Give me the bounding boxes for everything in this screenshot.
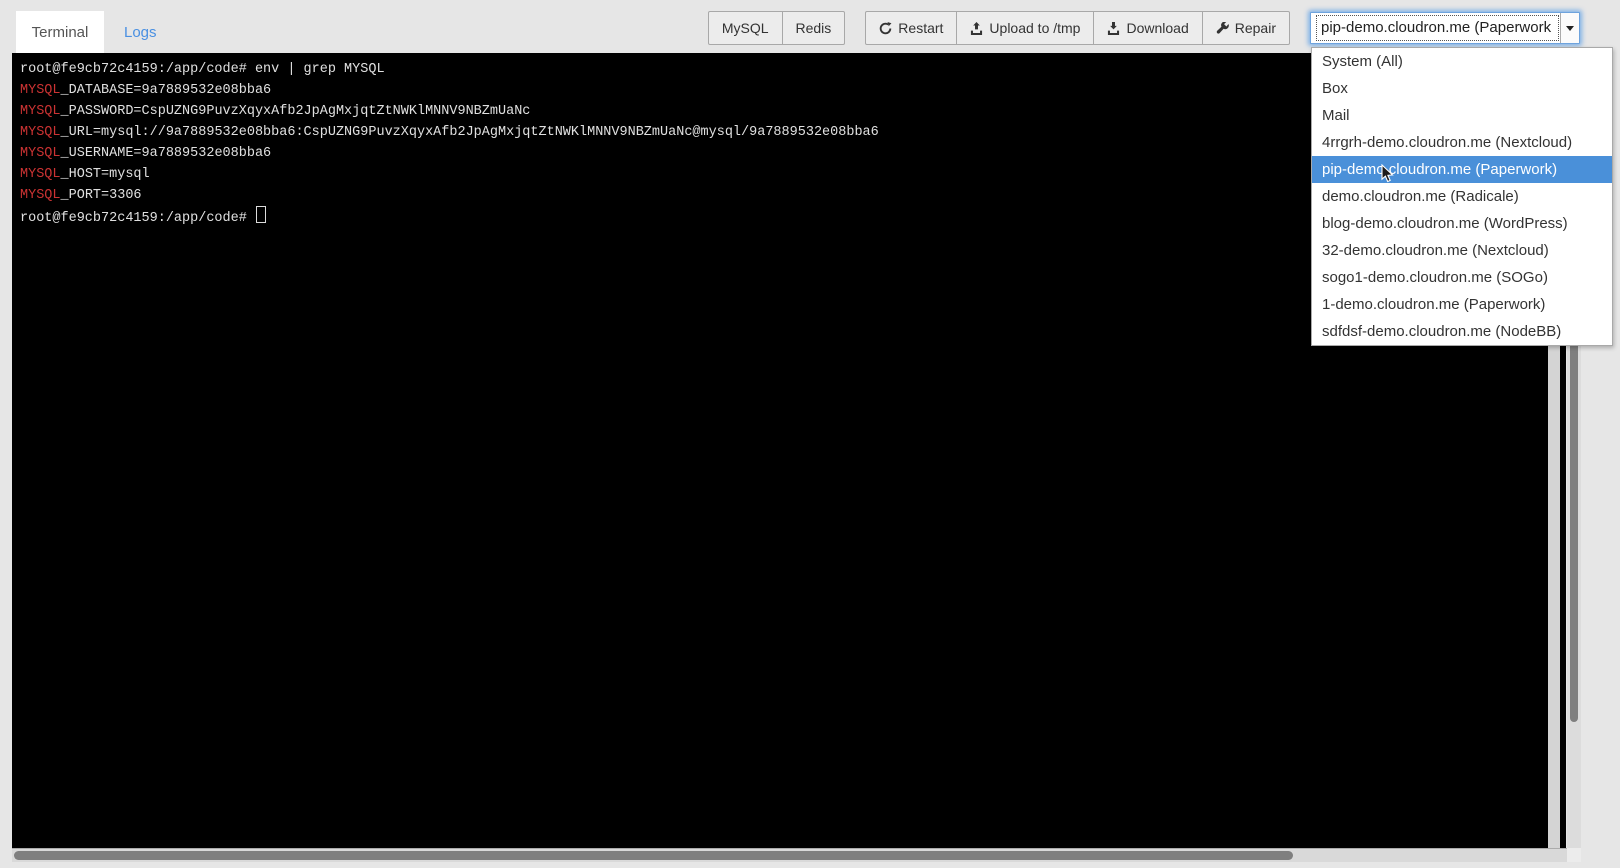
repair-button[interactable]: Repair — [1203, 11, 1290, 45]
horizontal-scrollbar[interactable] — [12, 848, 1567, 862]
dropdown-option[interactable]: 32-demo.cloudron.me (Nextcloud) — [1312, 237, 1612, 264]
action-button-group: Restart Upload to /tmp Download Repair — [865, 11, 1290, 45]
horizontal-scrollbar-thumb[interactable] — [14, 851, 1293, 860]
dropdown-option[interactable]: demo.cloudron.me (Radicale) — [1312, 183, 1612, 210]
tab-logs-label: Logs — [124, 24, 157, 41]
dropdown-option[interactable]: pip-demo.cloudron.me (Paperwork) — [1312, 156, 1612, 183]
dropdown-option[interactable]: sdfdsf-demo.cloudron.me (NodeBB) — [1312, 318, 1612, 345]
app-select-arrow[interactable] — [1560, 13, 1579, 43]
dropdown-option[interactable]: blog-demo.cloudron.me (WordPress) — [1312, 210, 1612, 237]
button-label: Upload to /tmp — [989, 20, 1080, 36]
dropdown-option[interactable]: Mail — [1312, 102, 1612, 129]
restart-button[interactable]: Restart — [865, 11, 957, 45]
mysql-button[interactable]: MySQL — [708, 11, 783, 45]
tab-logs[interactable]: Logs — [112, 11, 169, 53]
upload-to-tmp-button[interactable]: Upload to /tmp — [957, 11, 1094, 45]
dropdown-option[interactable]: Box — [1312, 75, 1612, 102]
button-label: Redis — [796, 20, 832, 36]
redis-button[interactable]: Redis — [783, 11, 846, 45]
dropdown-option[interactable]: sogo1-demo.cloudron.me (SOGo) — [1312, 264, 1612, 291]
tab-terminal-label: Terminal — [32, 24, 89, 41]
download-icon — [1107, 22, 1120, 35]
terminal-cursor — [256, 206, 266, 223]
download-button[interactable]: Download — [1094, 11, 1202, 45]
button-label: MySQL — [722, 20, 769, 36]
database-button-group: MySQL Redis — [708, 11, 845, 45]
tab-bar: Terminal Logs MySQL Redis Restart Upload t… — [0, 0, 1620, 53]
app-select[interactable]: pip-demo.cloudron.me (Paperwork — [1310, 12, 1580, 44]
dropdown-option[interactable]: System (All) — [1312, 48, 1612, 75]
button-label: Restart — [898, 20, 943, 36]
tab-terminal[interactable]: Terminal — [16, 11, 104, 53]
chevron-down-icon — [1566, 26, 1574, 31]
dropdown-option[interactable]: 1-demo.cloudron.me (Paperwork) — [1312, 291, 1612, 318]
toolbar: MySQL Redis Restart Upload to /tmp Download… — [708, 11, 1580, 45]
dropdown-option[interactable]: 4rrgrh-demo.cloudron.me (Nextcloud) — [1312, 129, 1612, 156]
cloudron-terminal-page: Terminal Logs MySQL Redis Restart Upload t… — [0, 0, 1620, 868]
app-select-value: pip-demo.cloudron.me (Paperwork — [1317, 16, 1558, 40]
wrench-icon — [1216, 22, 1229, 35]
button-label: Repair — [1235, 20, 1276, 36]
app-select-dropdown: System (All)BoxMail4rrgrh-demo.cloudron.… — [1311, 47, 1613, 346]
button-label: Download — [1126, 20, 1188, 36]
refresh-icon — [879, 22, 892, 35]
scrollbar-corner — [1567, 848, 1581, 862]
upload-icon — [970, 22, 983, 35]
